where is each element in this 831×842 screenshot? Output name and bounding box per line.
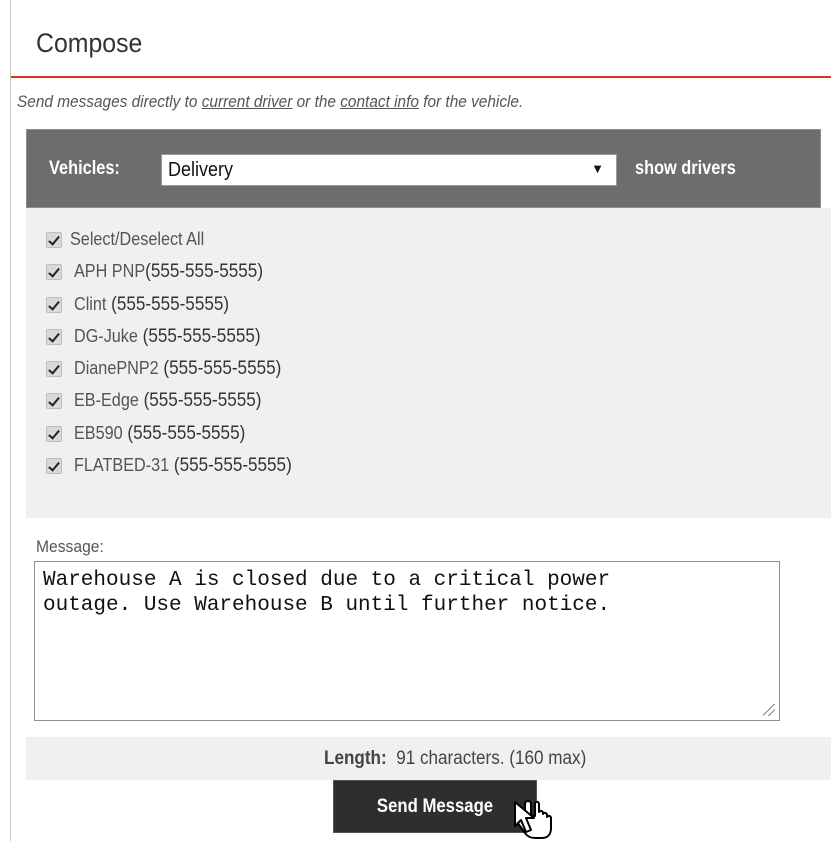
description-prefix: Send messages directly to: [17, 92, 202, 111]
checkbox-checked-icon[interactable]: [46, 264, 62, 280]
dropdown-caret-icon: ▼: [591, 161, 604, 176]
message-label: Message:: [36, 537, 104, 556]
send-button-label: Send Message: [376, 795, 494, 817]
driver-checklist: Select/Deselect All APH PNP(555-555-5555…: [26, 208, 831, 518]
vehicles-label: Vehicles:: [49, 158, 120, 179]
message-textarea[interactable]: Warehouse A is closed due to a critical …: [34, 561, 780, 721]
send-message-button[interactable]: Send Message: [333, 780, 537, 833]
checkbox-checked-icon[interactable]: [46, 458, 62, 474]
driver-row[interactable]: EB-Edge (555-555-5555): [46, 388, 282, 414]
driver-label: DG-Juke (555-555-5555): [74, 326, 261, 347]
driver-label: FLATBED-31 (555-555-5555): [74, 455, 292, 476]
driver-row[interactable]: DianePNP2 (555-555-5555): [46, 356, 304, 382]
driver-row[interactable]: Clint (555-555-5555): [46, 292, 246, 318]
description-middle: or the: [292, 92, 341, 111]
driver-label: EB590 (555-555-5555): [74, 423, 246, 444]
checkbox-checked-icon[interactable]: [46, 393, 62, 409]
checkbox-checked-icon[interactable]: [46, 426, 62, 442]
length-label: Length:: [324, 748, 387, 769]
page-title: Compose: [36, 28, 143, 58]
length-counter: Length: 91 characters. (160 max): [324, 748, 586, 770]
current-driver-link[interactable]: current driver: [202, 92, 293, 111]
driver-label: DianePNP2 (555-555-5555): [74, 358, 282, 379]
length-row: Length: 91 characters. (160 max): [26, 737, 831, 780]
compose-panel: Compose Send messages directly to curren…: [10, 0, 831, 841]
panel-header: Compose: [11, 0, 831, 78]
length-value: 91 characters. (160 max): [396, 748, 587, 769]
checkbox-checked-icon[interactable]: [46, 297, 62, 313]
driver-label: APH PNP(555-555-5555): [74, 261, 264, 282]
vehicles-select[interactable]: Delivery ▼: [161, 154, 617, 186]
select-all-checkbox[interactable]: Select/Deselect All: [46, 227, 219, 253]
driver-row[interactable]: EB590 (555-555-5555): [46, 421, 264, 447]
checkbox-checked-icon[interactable]: [46, 329, 62, 345]
vehicles-toolbar: Vehicles: Delivery ▼ show drivers: [26, 129, 821, 208]
driver-row[interactable]: FLATBED-31 (555-555-5555): [46, 453, 316, 479]
driver-label: EB-Edge (555-555-5555): [74, 390, 262, 411]
show-drivers-link[interactable]: show drivers: [635, 158, 736, 180]
description-suffix: for the vehicle.: [418, 92, 524, 111]
driver-row[interactable]: DG-Juke (555-555-5555): [46, 324, 281, 350]
checkbox-checked-icon[interactable]: [46, 361, 62, 377]
checkbox-checked-icon[interactable]: [46, 232, 62, 248]
compose-description: Send messages directly to current driver…: [17, 92, 523, 112]
vehicles-selected-value: Delivery: [168, 159, 234, 181]
select-all-label: Select/Deselect All: [70, 229, 205, 249]
driver-row[interactable]: APH PNP(555-555-5555): [46, 259, 284, 285]
driver-label: Clint (555-555-5555): [74, 294, 230, 315]
contact-info-link[interactable]: contact info: [340, 92, 419, 111]
